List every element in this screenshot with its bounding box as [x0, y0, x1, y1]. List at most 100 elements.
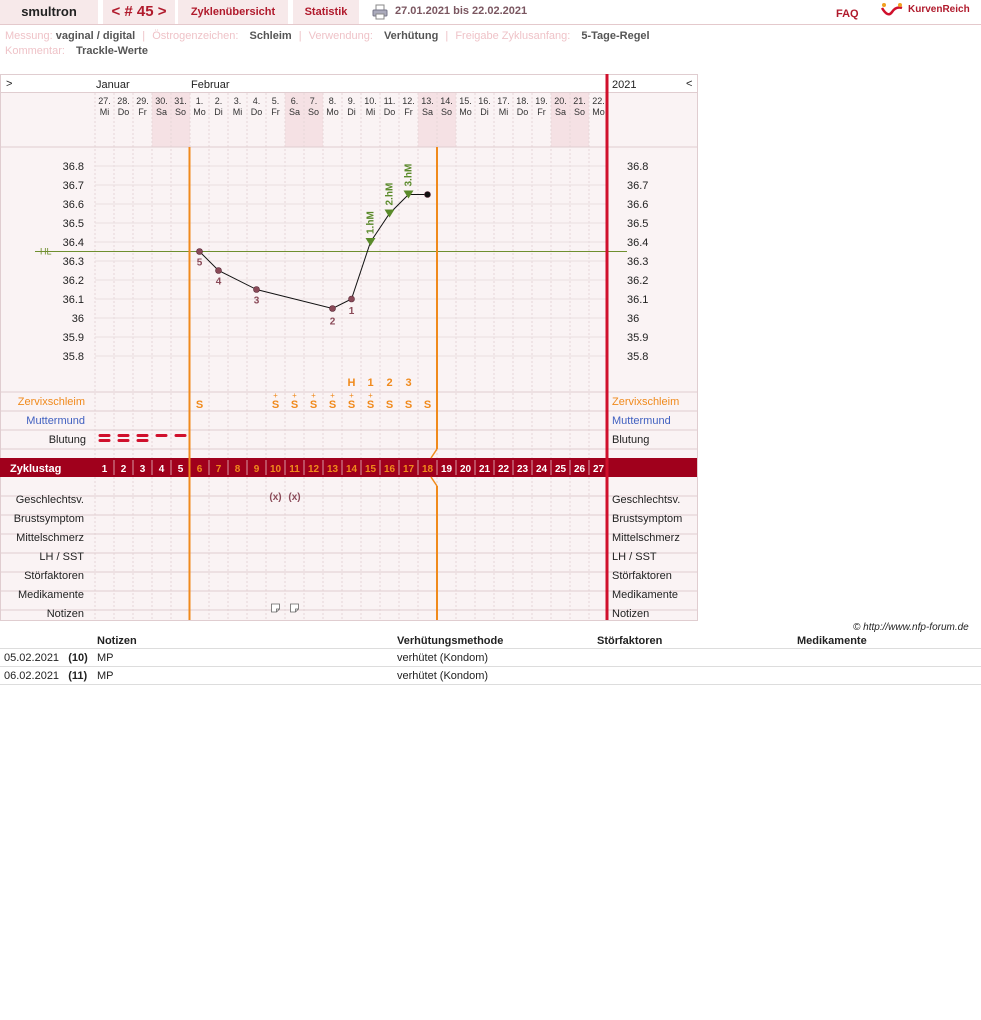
kurvenreich-logo-icon[interactable]	[880, 2, 904, 20]
table-row: 06.02.2021 (11) MP verhütet (Kondom)	[0, 666, 981, 685]
temp-tick-left: 36.1	[63, 294, 84, 306]
cycle-day-number: 3	[140, 464, 146, 475]
faq-link[interactable]: FAQ	[836, 8, 859, 20]
temp-tick-right: 36.3	[627, 256, 648, 268]
cycle-day-number: 13	[327, 464, 339, 475]
cycle-day-number: 24	[536, 464, 548, 475]
note-text: MP	[93, 666, 393, 685]
cycle-day-number: 11	[289, 464, 300, 475]
day-weekday: Do	[118, 107, 130, 117]
row-label-lower: Geschlechtsv.	[16, 494, 84, 506]
temperature-point	[348, 295, 355, 303]
year-label: 2021	[612, 79, 636, 91]
row-label-lower-right: Notizen	[612, 608, 649, 620]
cycle-day-number: 25	[555, 464, 567, 475]
meta-value-measurement: vaginal / digital	[55, 30, 136, 42]
day-weekday: Mo	[326, 107, 339, 117]
meta-value-comment: Trackle-Werte	[75, 45, 148, 57]
day-date: 6.	[291, 96, 299, 106]
hl-label: HL	[40, 247, 52, 257]
row-label-lower: Mittelschmerz	[16, 532, 84, 544]
day-date: 9.	[348, 96, 356, 106]
date-range: 27.01.2021 bis 22.02.2021	[395, 5, 528, 17]
row-label-os: Muttermund	[26, 415, 85, 427]
low-measurement-label: 3	[254, 296, 260, 307]
note-date: 06.02.2021 (11)	[0, 666, 93, 685]
day-date: 7.	[310, 96, 318, 106]
printer-icon[interactable]	[372, 4, 388, 20]
day-weekday: Mo	[193, 107, 206, 117]
day-weekday: Fr	[138, 107, 147, 117]
day-weekday: Di	[480, 107, 489, 117]
day-date: 15.	[459, 96, 472, 106]
chart-background	[0, 74, 698, 621]
temp-tick-left: 36.3	[63, 256, 84, 268]
cycle-navigator[interactable]: < # 45 >	[103, 0, 175, 24]
cycle-day-number: 21	[479, 464, 491, 475]
tab-cycle-overview[interactable]: Zyklenübersicht	[178, 0, 288, 24]
meta-key: Kommentar:	[5, 45, 65, 57]
temp-tick-left: 36.8	[63, 161, 84, 173]
cycle-day-number: 1	[102, 464, 108, 475]
day-weekday: So	[574, 107, 585, 117]
temperature-point	[253, 286, 260, 293]
temp-tick-left: 36.2	[63, 275, 84, 287]
day-date: 12.	[402, 96, 415, 106]
cycle-day-number: 8	[235, 464, 241, 475]
temp-tick-left: 35.9	[63, 332, 84, 344]
mucus-peak-label: 3	[405, 377, 411, 389]
note-disturb	[593, 666, 793, 685]
cycle-day-number: 26	[574, 464, 586, 475]
day-weekday: Di	[214, 107, 223, 117]
day-date: 10.	[364, 96, 377, 106]
day-date: 14.	[440, 96, 453, 106]
high-measurement-label: 1.hM	[366, 211, 377, 234]
row-label-lower: Brustsymptom	[14, 513, 84, 525]
mucus-symbol: S	[291, 399, 298, 411]
cycle-day-number: 14	[346, 464, 358, 475]
temp-tick-right: 35.8	[627, 351, 648, 363]
temp-tick-right: 36.2	[627, 275, 648, 287]
mucus-symbol: S	[272, 399, 279, 411]
day-weekday: So	[441, 107, 452, 117]
bleeding-mark	[136, 439, 149, 442]
temp-tick-right: 36.4	[627, 237, 648, 249]
day-date: 16.	[478, 96, 491, 106]
row-label-cervix: Zervixschleim	[18, 396, 85, 408]
tab-statistics[interactable]: Statistik	[293, 0, 359, 24]
mucus-plus: +	[330, 391, 335, 400]
row-label-lower-right: Geschlechtsv.	[612, 494, 680, 506]
day-date: 31.	[174, 96, 187, 106]
cycle-day-number: 17	[403, 464, 415, 475]
note-method: verhütet (Kondom)	[393, 648, 593, 667]
col-date	[0, 634, 93, 649]
meta-value-usage: Verhütung	[383, 30, 439, 42]
col-method: Verhütungsmethode	[393, 634, 593, 649]
temp-tick-left: 36.6	[63, 199, 84, 211]
temp-tick-right: 36.5	[627, 218, 648, 230]
temperature-point	[329, 305, 336, 312]
col-notes: Notizen	[93, 634, 393, 649]
nav-prev-button[interactable]: >	[6, 78, 12, 90]
high-measurement-label: 3.hM	[404, 164, 415, 187]
temp-tick-right: 35.9	[627, 332, 648, 344]
day-weekday: Do	[251, 107, 263, 117]
brand-tab[interactable]: smultron	[0, 0, 98, 24]
day-date: 22.	[592, 96, 605, 106]
cycle-day-number: 18	[422, 464, 434, 475]
day-weekday: Mi	[100, 107, 110, 117]
cycle-chart: Januar Februar> <202127.Mi28.Do29.Fr30.Sa3…	[0, 74, 698, 621]
day-date: 1.	[196, 96, 204, 106]
day-date: 27.	[98, 96, 111, 106]
mucus-plus: +	[368, 391, 373, 400]
cycle-day-number: 27	[593, 464, 605, 475]
day-weekday: Sa	[156, 107, 167, 117]
row-label-lower-right: Medikamente	[612, 589, 678, 601]
mucus-symbol: S	[329, 399, 336, 411]
row-label-lower: Notizen	[47, 608, 84, 620]
temp-tick-right: 36.1	[627, 294, 648, 306]
mucus-symbol: S	[196, 399, 203, 411]
temp-tick-left: 36	[72, 313, 84, 325]
kurvenreich-logo-text[interactable]: KurvenReich	[908, 4, 970, 15]
nav-next-button[interactable]: <	[686, 78, 692, 90]
